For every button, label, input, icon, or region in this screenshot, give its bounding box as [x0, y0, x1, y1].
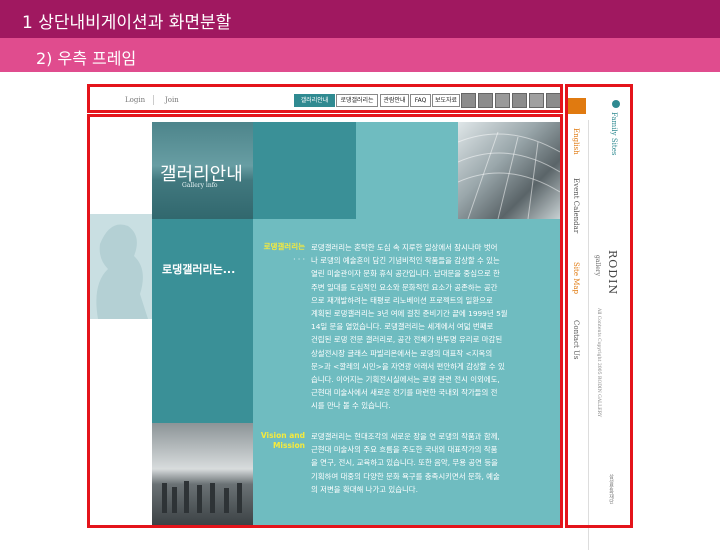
right-frame-highlight [565, 84, 633, 528]
slide-subtitle-bar: 2) 우측 프레임 [0, 38, 720, 72]
top-frame-highlight [87, 84, 563, 113]
slide-title: 1 상단내비게이션과 화면분할 [22, 13, 232, 33]
slide-title-bar: 1 상단내비게이션과 화면분할 [0, 0, 720, 38]
main-frame-highlight [87, 114, 563, 528]
slide-subtitle: 2) 우측 프레임 [36, 49, 137, 68]
